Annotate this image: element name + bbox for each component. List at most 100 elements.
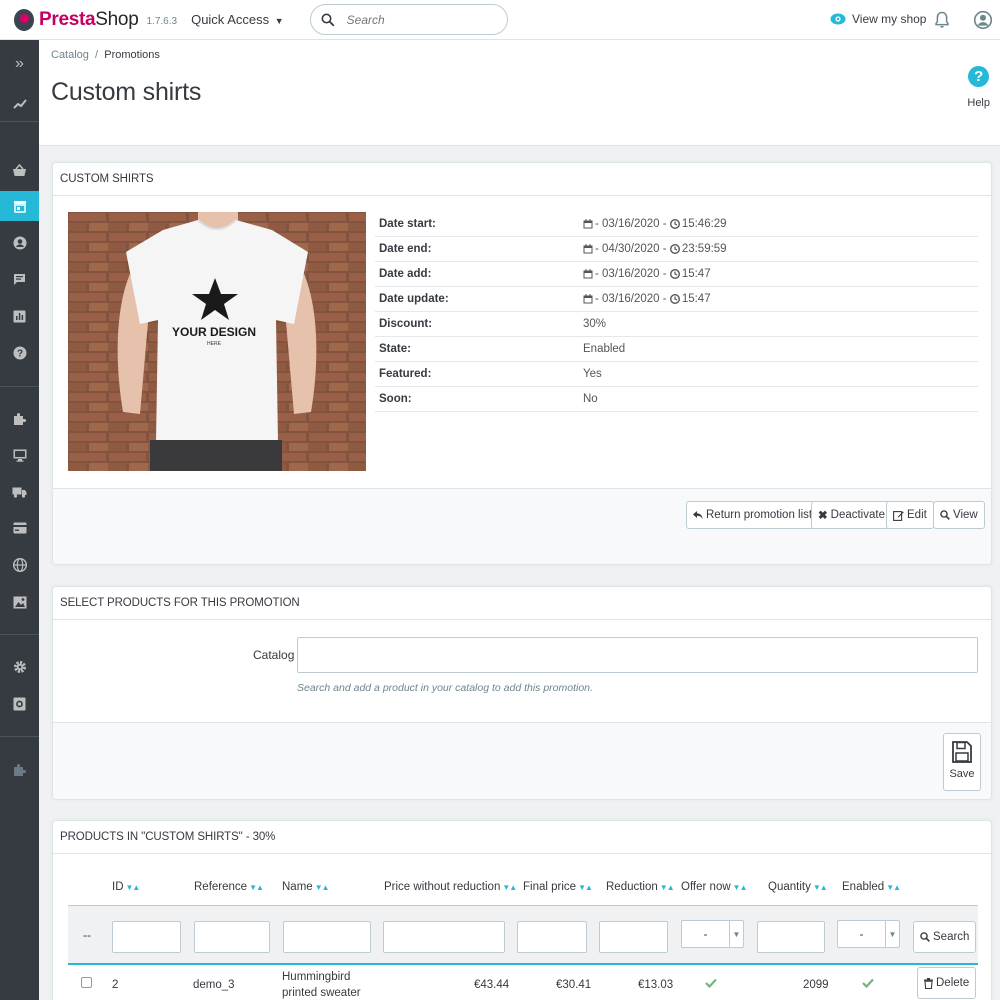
deactivate-button[interactable]: ✖ Deactivate: [811, 501, 892, 529]
catalog-help-text: Search and add a product in your catalog…: [297, 682, 593, 694]
clock-icon: [669, 244, 680, 254]
sort-arrows-icon[interactable]: ▼▲: [813, 883, 828, 892]
notifications-bell-icon[interactable]: [935, 11, 949, 32]
sort-arrows-icon[interactable]: ▼▲: [126, 883, 141, 892]
sort-arrows-icon[interactable]: ▼▲: [733, 883, 748, 892]
column-label: Final price: [523, 881, 577, 893]
button-label: Delete: [936, 977, 970, 989]
column-header-offer-now[interactable]: Offer now ▼▲: [681, 881, 747, 893]
row-checkbox[interactable]: [81, 977, 92, 988]
time-value: 15:47: [681, 268, 711, 280]
info-label: Date end:: [379, 243, 432, 255]
enabled-check-icon[interactable]: [862, 978, 874, 991]
sort-arrows-icon[interactable]: ▼▲: [578, 883, 593, 892]
edit-button[interactable]: Edit: [886, 501, 934, 529]
sort-arrows-icon[interactable]: ▼▲: [502, 883, 517, 892]
sidebar-item-orders[interactable]: [0, 155, 39, 185]
filter-price-input[interactable]: [383, 921, 505, 953]
sidebar-item-settings[interactable]: [0, 652, 39, 682]
info-label: Discount:: [379, 318, 433, 330]
column-header-name[interactable]: Name ▼▲: [282, 881, 330, 893]
info-value: Enabled: [583, 343, 626, 355]
product-image: YOUR DESIGN HERE: [68, 212, 366, 471]
save-floppy-icon: [952, 741, 972, 763]
date-value: - 03/16/2020 -: [595, 268, 667, 280]
sort-arrows-icon[interactable]: ▼▲: [249, 883, 264, 892]
sidebar-item-dashboard[interactable]: [0, 89, 39, 119]
filter-name-input[interactable]: [283, 921, 371, 953]
sidebar-item-messages[interactable]: [0, 264, 39, 294]
sidebar-item-stats[interactable]: [0, 301, 39, 331]
filter-final-price-input[interactable]: [517, 921, 587, 953]
cell-name-line1: Hummingbird: [282, 971, 351, 983]
quick-access-label: Quick Access: [191, 12, 270, 27]
breadcrumb-catalog[interactable]: Catalog: [51, 49, 89, 61]
info-row-soon: Soon: No: [375, 387, 978, 412]
sidebar-item-customers[interactable]: [0, 228, 39, 258]
calendar-icon: [583, 294, 593, 304]
modules-puzzle-icon: [13, 413, 26, 425]
select-products-panel: SELECT PRODUCTS FOR THIS PROMOTION Catal…: [52, 586, 992, 800]
help-circle-icon: ?: [968, 66, 990, 87]
column-header-reference[interactable]: Reference ▼▲: [194, 881, 264, 893]
sort-arrows-icon[interactable]: ▼▲: [315, 883, 330, 892]
column-header-enabled[interactable]: Enabled ▼▲: [842, 881, 901, 893]
cell-price-without-reduction: €43.44: [474, 979, 510, 991]
sidebar-item-international[interactable]: [0, 550, 39, 580]
media-image-icon: [13, 596, 26, 608]
filter-quantity-input[interactable]: [757, 921, 825, 953]
calendar-icon: [583, 244, 593, 254]
column-label: Offer now: [681, 881, 731, 893]
column-header-reduction[interactable]: Reduction ▼▲: [606, 881, 675, 893]
info-label: Featured:: [379, 368, 432, 380]
filter-reference-input[interactable]: [194, 921, 270, 953]
column-header-quantity[interactable]: Quantity ▼▲: [768, 881, 828, 893]
sidebar-item-shipping[interactable]: [0, 477, 39, 507]
filter-search-button[interactable]: Search: [913, 921, 977, 953]
sidebar-nav: » ?: [0, 40, 39, 1000]
version-label: 1.7.6.3: [146, 16, 178, 27]
button-label: Edit: [907, 509, 927, 521]
breadcrumb: Catalog / Promotions: [51, 49, 160, 61]
sidebar-item-payment[interactable]: [0, 513, 39, 543]
header-search[interactable]: [309, 4, 508, 35]
filter-reduction-input[interactable]: [599, 921, 668, 953]
sidebar-item-advanced[interactable]: [0, 689, 39, 719]
prestashop-puffin-icon: [14, 8, 34, 31]
info-value: Yes: [583, 368, 602, 380]
catalog-search-input[interactable]: [297, 637, 978, 673]
filter-enabled-select[interactable]: - ▼: [837, 920, 900, 948]
filter-offer-now-select[interactable]: - ▼: [681, 920, 744, 948]
column-header-id[interactable]: ID ▼▲: [112, 881, 141, 893]
date-value: - 03/16/2020 -: [595, 293, 667, 305]
sidebar-collapse-toggle[interactable]: »: [0, 49, 39, 79]
column-header-price-without-reduction[interactable]: Price without reduction ▼▲: [384, 881, 517, 893]
sidebar-item-extensions[interactable]: [0, 755, 39, 785]
sidebar-item-media[interactable]: [0, 587, 39, 617]
user-account-icon[interactable]: [973, 10, 993, 33]
filter-row: -- - ▼ - ▼ Search: [68, 905, 978, 965]
filter-id-input[interactable]: [112, 921, 181, 953]
sidebar-item-help[interactable]: ?: [0, 338, 39, 368]
view-button[interactable]: View: [933, 501, 985, 529]
search-input[interactable]: [346, 12, 487, 27]
sort-arrows-icon[interactable]: ▼▲: [886, 883, 901, 892]
delete-button[interactable]: Delete: [917, 967, 977, 999]
sidebar-item-modules[interactable]: [0, 404, 39, 434]
sidebar-item-catalog[interactable]: [0, 191, 39, 221]
customers-user-icon: [13, 236, 26, 250]
time-value: 23:59:59: [681, 243, 727, 255]
save-button[interactable]: Save: [943, 733, 981, 791]
quick-access-dropdown[interactable]: Quick Access ▼: [191, 12, 284, 27]
sort-arrows-icon[interactable]: ▼▲: [660, 883, 675, 892]
column-header-final-price[interactable]: Final price ▼▲: [523, 881, 593, 893]
return-promotion-list-button[interactable]: Return promotion list: [686, 501, 820, 529]
help-button[interactable]: ? Help: [967, 66, 990, 109]
info-row-date-end: Date end: - 04/30/2020 - 23:59:59: [375, 237, 978, 262]
filter-dash: --: [83, 928, 91, 942]
view-shop-label: View my shop: [852, 12, 927, 26]
view-my-shop-link[interactable]: View my shop: [830, 12, 926, 26]
prestashop-logo[interactable]: PrestaShop 1.7.6.3: [14, 8, 178, 31]
sidebar-item-design[interactable]: [0, 440, 39, 470]
info-row-date-add: Date add: - 03/16/2020 - 15:47: [375, 262, 978, 287]
